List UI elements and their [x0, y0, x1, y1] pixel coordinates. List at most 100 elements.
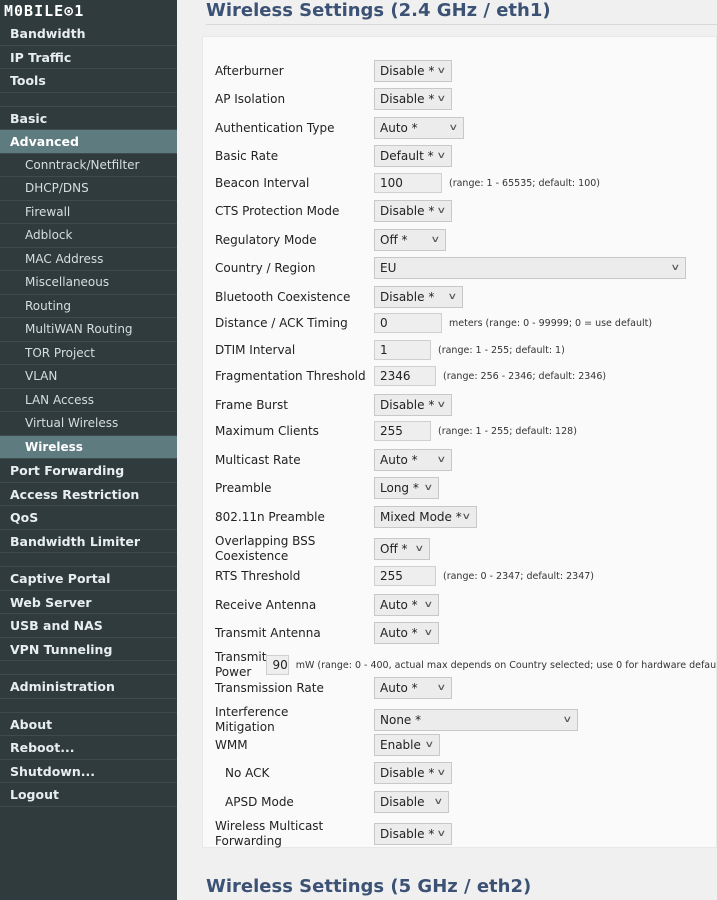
sidebar-item-access-restriction[interactable]: Access Restriction [0, 483, 177, 506]
sidebar-item-virtual-wireless[interactable]: Virtual Wireless [0, 412, 177, 436]
selected-value: Disable * [380, 290, 435, 304]
sidebar-item-firewall[interactable]: Firewall [0, 201, 177, 224]
no-ack-select[interactable]: Disable * ∨ [374, 762, 452, 784]
sidebar-spacer [0, 553, 177, 567]
afterburner-select[interactable]: Disable * ∨ [374, 60, 452, 82]
sidebar-item-advanced[interactable]: Advanced [0, 130, 177, 154]
regulatory-mode-select[interactable]: Off * ∨ [374, 229, 446, 251]
selected-value: Auto * [380, 453, 418, 467]
cts-protection-mode-select[interactable]: Disable * ∨ [374, 200, 452, 222]
setting-label: Preamble [215, 480, 272, 495]
setting-row-maximum-clients: Maximum Clients 255 (range: 1 - 255; defau… [215, 421, 716, 441]
sidebar-item-ip-traffic[interactable]: IP Traffic [0, 46, 177, 69]
setting-row-wireless-multicast-forwarding: Wireless Multicast Forwarding Disable * ∨ [215, 819, 716, 849]
authentication-type-select[interactable]: Auto * ∨ [374, 117, 464, 139]
selected-value: Off * [380, 542, 408, 556]
sidebar-item-web-server[interactable]: Web Server [0, 591, 177, 614]
sidebar-item-dhcp-dns[interactable]: DHCP/DNS [0, 177, 177, 201]
chevron-down-icon: ∨ [562, 715, 573, 725]
fragmentation-threshold-input[interactable]: 2346 [374, 366, 436, 386]
overlapping-bss-coexistence-select[interactable]: Off * ∨ [374, 538, 430, 560]
802-11n-preamble-select[interactable]: Mixed Mode * ∨ [374, 506, 477, 528]
setting-label: Fragmentation Threshold [215, 368, 366, 383]
interference-mitigation-select[interactable]: None * ∨ [374, 709, 578, 731]
selected-value: None * [380, 713, 422, 727]
maximum-clients-input[interactable]: 255 [374, 421, 431, 441]
setting-row-dtim-interval: DTIM Interval 1 (range: 1 - 255; default: … [215, 340, 716, 360]
sidebar-item-qos[interactable]: QoS [0, 506, 177, 530]
dtim-interval-input[interactable]: 1 [374, 340, 431, 360]
sidebar-item-multiwan-routing[interactable]: MultiWAN Routing [0, 318, 177, 342]
range-hint: (range: 1 - 65535; default: 100) [449, 177, 600, 189]
preamble-select[interactable]: Long * ∨ [374, 477, 439, 499]
transmit-antenna-select[interactable]: Auto * ∨ [374, 622, 439, 644]
sidebar-item-tools[interactable]: Tools [0, 69, 177, 93]
setting-row-fragmentation-threshold: Fragmentation Threshold 2346 (range: 256 -… [215, 366, 716, 386]
setting-row-basic-rate: Basic Rate Default * ∨ [215, 145, 716, 167]
setting-label: Basic Rate [215, 148, 279, 163]
divider [206, 24, 717, 25]
country-region-select[interactable]: EU ∨ [374, 257, 686, 279]
setting-label: Transmit Antenna [215, 625, 321, 640]
chevron-down-icon: ∨ [436, 683, 447, 693]
receive-antenna-select[interactable]: Auto * ∨ [374, 594, 439, 616]
sidebar-item-bandwidth-limiter[interactable]: Bandwidth Limiter [0, 530, 177, 553]
sidebar-item-about[interactable]: About [0, 713, 177, 736]
setting-label: Overlapping BSS Coexistence [215, 534, 316, 563]
ap-isolation-select[interactable]: Disable * ∨ [374, 88, 452, 110]
setting-row-bluetooth-coexistence: Bluetooth Coexistence Disable * ∨ [215, 286, 716, 308]
selected-value: Enable [380, 738, 421, 752]
sidebar-item-administration[interactable]: Administration [0, 675, 177, 699]
sidebar-item-reboot[interactable]: Reboot... [0, 736, 177, 760]
setting-label: Maximum Clients [215, 423, 319, 438]
rts-threshold-input[interactable]: 255 [374, 566, 436, 586]
setting-label: Regulatory Mode [215, 232, 317, 247]
sidebar-item-miscellaneous[interactable]: Miscellaneous [0, 271, 177, 295]
chevron-down-icon: ∨ [461, 512, 472, 522]
chevron-down-icon: ∨ [436, 94, 447, 104]
sidebar-item-captive-portal[interactable]: Captive Portal [0, 567, 177, 591]
sidebar-item-routing[interactable]: Routing [0, 295, 177, 318]
logo: M0BILE⊙1 [4, 2, 85, 20]
setting-label: DTIM Interval [215, 342, 296, 357]
wmm-select[interactable]: Enable ∨ [374, 734, 440, 756]
sidebar-item-shutdown[interactable]: Shutdown... [0, 760, 177, 783]
chevron-down-icon: ∨ [423, 628, 434, 638]
selected-value: Long * [380, 481, 419, 495]
setting-label: CTS Protection Mode [215, 203, 340, 218]
sidebar-item-usb-and-nas[interactable]: USB and NAS [0, 614, 177, 638]
beacon-interval-input[interactable]: 100 [374, 173, 442, 193]
sidebar-item-adblock[interactable]: Adblock [0, 224, 177, 248]
setting-row-cts-protection-mode: CTS Protection Mode Disable * ∨ [215, 200, 716, 222]
sidebar-item-logout[interactable]: Logout [0, 783, 177, 807]
wireless-multicast-forwarding-select[interactable]: Disable * ∨ [374, 823, 452, 845]
setting-row-authentication-type: Authentication Type Auto * ∨ [215, 117, 716, 139]
setting-row-receive-antenna: Receive Antenna Auto * ∨ [215, 594, 716, 616]
bluetooth-coexistence-select[interactable]: Disable * ∨ [374, 286, 463, 308]
sidebar-item-port-forwarding[interactable]: Port Forwarding [0, 459, 177, 483]
basic-rate-select[interactable]: Default * ∨ [374, 145, 452, 167]
sidebar-item-tor-project[interactable]: TOR Project [0, 342, 177, 365]
transmit-power-input[interactable]: 90 [266, 655, 289, 675]
multicast-rate-select[interactable]: Auto * ∨ [374, 449, 452, 471]
setting-row-interference-mitigation: Interference Mitigation None * ∨ [215, 705, 716, 735]
sidebar-item-wireless[interactable]: Wireless [0, 435, 177, 459]
sidebar-item-vlan[interactable]: VLAN [0, 365, 177, 389]
setting-label: Afterburner [215, 63, 284, 78]
sidebar-item-conntrack-netfilter[interactable]: Conntrack/Netfilter [0, 154, 177, 177]
setting-label: Multicast Rate [215, 452, 301, 467]
chevron-down-icon: ∨ [436, 768, 447, 778]
sidebar-item-mac-address[interactable]: MAC Address [0, 248, 177, 271]
sidebar-item-bandwidth[interactable]: Bandwidth [0, 22, 177, 46]
chevron-down-icon: ∨ [436, 206, 447, 216]
sidebar-item-basic[interactable]: Basic [0, 107, 177, 130]
setting-label: Interference Mitigation [215, 705, 289, 734]
transmission-rate-select[interactable]: Auto * ∨ [374, 677, 452, 699]
setting-row-frame-burst: Frame Burst Disable * ∨ [215, 394, 716, 416]
apsd-mode-select[interactable]: Disable ∨ [374, 791, 449, 813]
sidebar-spacer [0, 661, 177, 675]
frame-burst-select[interactable]: Disable * ∨ [374, 394, 452, 416]
distance-ack-timing-input[interactable]: 0 [374, 313, 442, 333]
sidebar-item-vpn-tunneling[interactable]: VPN Tunneling [0, 638, 177, 661]
sidebar-item-lan-access[interactable]: LAN Access [0, 389, 177, 412]
